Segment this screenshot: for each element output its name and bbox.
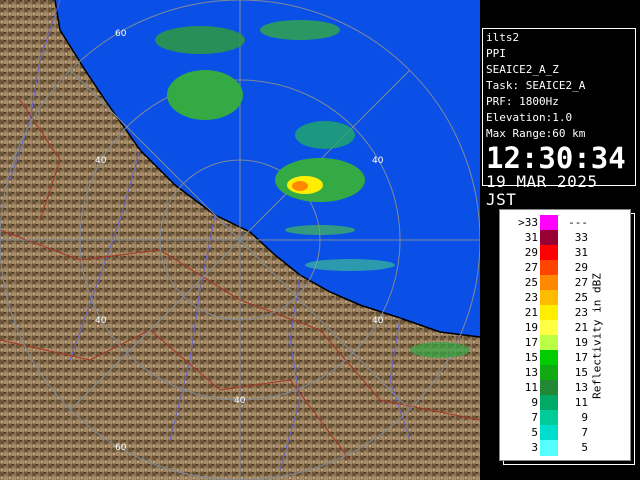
legend-max-value: 33 xyxy=(574,231,588,244)
legend-max-value: 27 xyxy=(574,276,588,289)
legend-row: 79 xyxy=(500,410,630,426)
legend-max-value: 19 xyxy=(574,336,588,349)
legend-min-value: 23 xyxy=(524,291,538,304)
legend-min-value: 5 xyxy=(531,426,538,439)
legend-color-swatch xyxy=(540,395,558,411)
legend-row: 11 13 xyxy=(500,380,630,396)
legend-color-swatch xyxy=(540,245,558,261)
legend-min-value: 25 xyxy=(524,276,538,289)
range-label: 40 xyxy=(372,316,384,326)
legend-min-value: 31 xyxy=(524,231,538,244)
legend-row: 19 21 xyxy=(500,320,630,336)
legend-max-value: 9 xyxy=(581,411,588,424)
legend-row: 13 15 xyxy=(500,365,630,381)
legend-max-value: 15 xyxy=(574,366,588,379)
legend-max-value: 13 xyxy=(574,381,588,394)
prf-value: PRF: 1800Hz xyxy=(486,95,559,108)
range-label: 40 xyxy=(95,156,107,166)
legend-color-swatch xyxy=(540,365,558,381)
legend-color-swatch xyxy=(540,305,558,321)
station-name: ilts2 xyxy=(486,31,520,44)
legend-max-value: 17 xyxy=(574,351,588,364)
legend-color-swatch xyxy=(540,335,558,351)
legend-row: 21 23 xyxy=(500,305,630,321)
legend-min-value: 15 xyxy=(524,351,538,364)
legend-color-swatch xyxy=(540,440,558,456)
max-range-value: Max Range:60 km xyxy=(486,127,586,140)
scan-date: 19 MAR 2025 JST xyxy=(486,172,598,209)
range-label: 40 xyxy=(234,396,246,406)
range-label: 60 xyxy=(115,29,127,39)
legend-max-value: 29 xyxy=(574,261,588,274)
legend-max-value: 23 xyxy=(574,306,588,319)
task-name: SEAICE2_A_Z xyxy=(486,63,559,76)
scan-time: 12:30:34 xyxy=(486,141,626,175)
legend-max-value: 7 xyxy=(581,426,588,439)
legend-min-value: 13 xyxy=(524,366,538,379)
legend-color-swatch xyxy=(540,230,558,246)
legend-color-swatch xyxy=(540,260,558,276)
elevation-value: Elevation:1.0 xyxy=(486,111,573,124)
legend-row: 27 29 xyxy=(500,260,630,276)
legend-row: 9 11 xyxy=(500,395,630,411)
legend-title: Reflectivity in dBZ xyxy=(590,273,604,399)
legend-min-value: >33 xyxy=(518,216,538,229)
range-label: 40 xyxy=(95,316,107,326)
radar-info-panel: ilts2 PPI SEAICE2_A_Z Task: SEAICE2_A PR… xyxy=(482,28,636,209)
legend-min-value: 17 xyxy=(524,336,538,349)
legend-min-value: 9 xyxy=(531,396,538,409)
legend-max-value: 5 xyxy=(581,441,588,454)
legend-row: 57 xyxy=(500,425,630,441)
legend-max-value: 25 xyxy=(574,291,588,304)
legend-row: 17 19 xyxy=(500,335,630,351)
legend-color-swatch xyxy=(540,215,558,231)
legend-min-value: 3 xyxy=(531,441,538,454)
range-label: 40 xyxy=(372,156,384,166)
legend-max-value: 21 xyxy=(574,321,588,334)
legend-max-value: 11 xyxy=(574,396,588,409)
legend-color-swatch xyxy=(540,350,558,366)
legend-row: 29 31 xyxy=(500,245,630,261)
legend-color-swatch xyxy=(540,290,558,306)
legend-color-swatch xyxy=(540,320,558,336)
range-label: 60 xyxy=(115,443,127,453)
task-line: Task: SEAICE2_A xyxy=(486,79,586,92)
legend-min-value: 11 xyxy=(524,381,538,394)
legend-min-value: 21 xyxy=(524,306,538,319)
legend-row: 25 27 xyxy=(500,275,630,291)
legend-min-value: 29 xyxy=(524,246,538,259)
legend-min-value: 27 xyxy=(524,261,538,274)
product-type: PPI xyxy=(486,47,506,60)
legend-row: >33 --- xyxy=(500,215,630,231)
legend-max-value: --- xyxy=(568,216,588,229)
legend-color-swatch xyxy=(540,380,558,396)
legend-row: 35 xyxy=(500,440,630,456)
legend-color-swatch xyxy=(540,275,558,291)
legend-min-value: 7 xyxy=(531,411,538,424)
range-rings xyxy=(0,0,480,480)
legend-max-value: 31 xyxy=(574,246,588,259)
legend-row: 15 17 xyxy=(500,350,630,366)
reflectivity-legend: >33 --- 31 33 29 31 27 29 25 27 23 25 21 23 19 21 17 19 15… xyxy=(499,209,631,461)
legend-row: 31 33 xyxy=(500,230,630,246)
radar-ppi-map: 60 40 40 40 40 60 40 xyxy=(0,0,480,480)
legend-color-swatch xyxy=(540,425,558,441)
legend-row: 23 25 xyxy=(500,290,630,306)
legend-color-swatch xyxy=(540,410,558,426)
legend-min-value: 19 xyxy=(524,321,538,334)
